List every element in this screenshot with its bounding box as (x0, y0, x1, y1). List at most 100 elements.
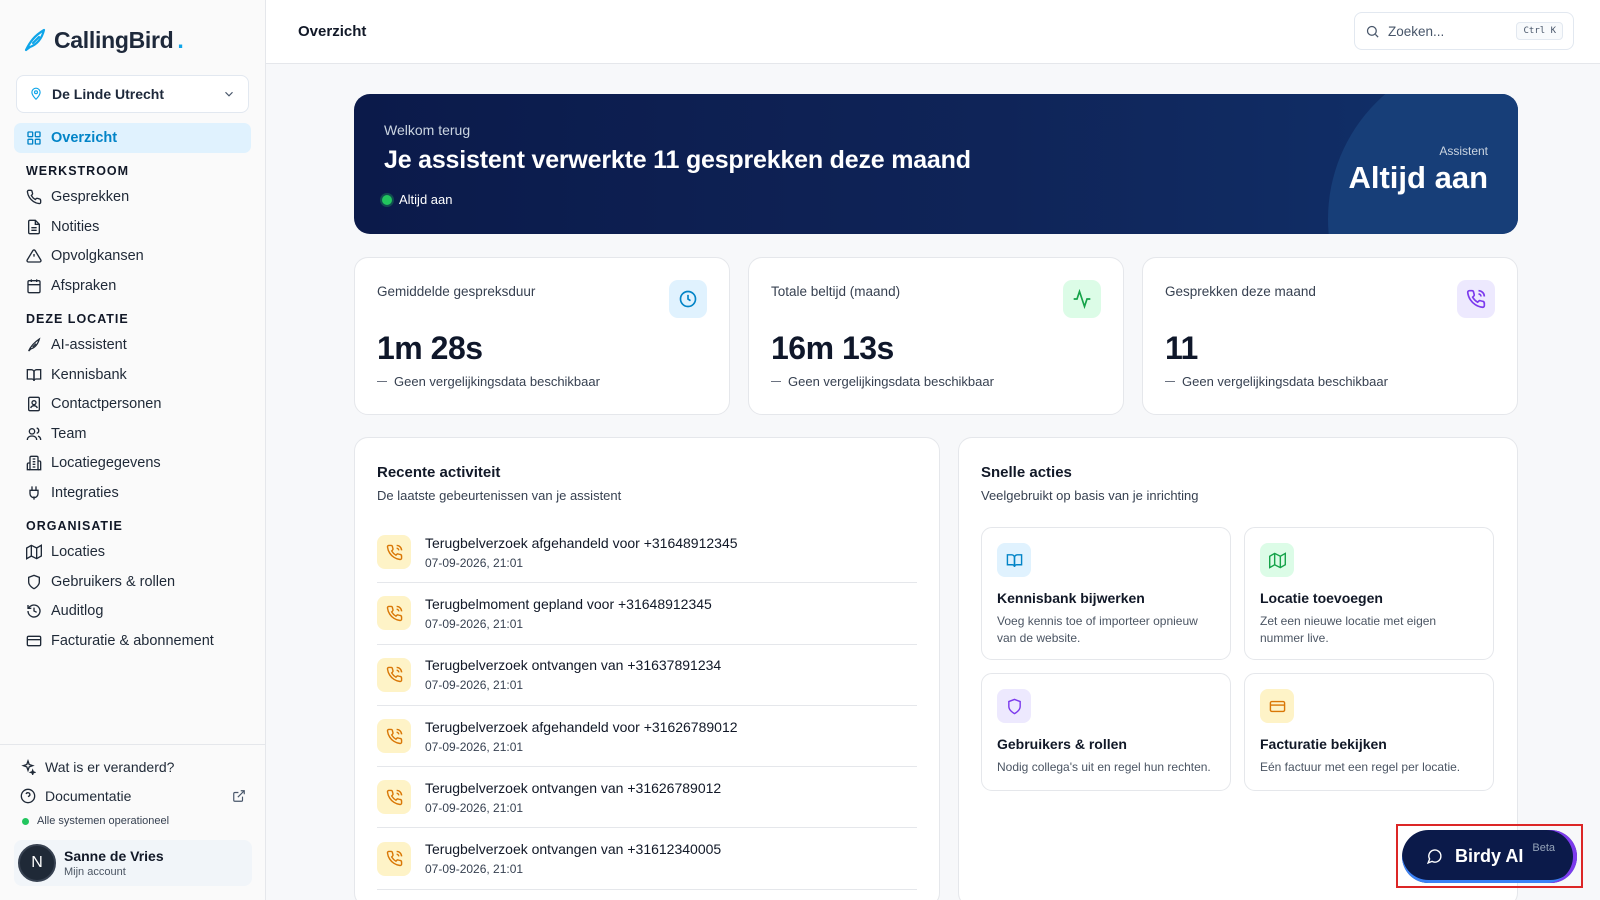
nav-item-label: Gebruikers & rollen (51, 573, 176, 590)
activity-time: 07-09-2026, 21:01 (425, 739, 524, 754)
qa-title: Gebruikers & rollen (997, 736, 1127, 752)
building-icon (26, 455, 42, 471)
quick-action-facturatie[interactable]: Facturatie bekijken Eén factuur met een … (1244, 673, 1494, 791)
plug-icon (29, 486, 39, 500)
page-title: Overzicht (298, 23, 367, 40)
list-item[interactable]: Terugbelmoment gepland voor +31648912345… (377, 583, 917, 645)
stat-note-text: Geen vergelijkingsdata beschikbaar (394, 374, 600, 389)
nav-item-facturatie[interactable]: Facturatie & abonnement (14, 626, 251, 656)
qa-icon-box (1260, 543, 1294, 577)
panel-title: Recente activiteit (377, 464, 501, 481)
nav-item-label: Integraties (51, 484, 119, 501)
nav-item-overzicht[interactable]: Overzicht (14, 123, 251, 153)
stat-note-text: Geen vergelijkingsdata beschikbaar (788, 374, 994, 389)
account-menu[interactable]: N Sanne de Vries Mijn account (14, 840, 252, 886)
nav-item-label: Contactpersonen (51, 396, 162, 413)
stat-value: 1m 28s (377, 330, 483, 366)
qa-desc: Nodig collega's uit en regel hun rechten… (997, 760, 1211, 774)
quick-action-gebruikers[interactable]: Gebruikers & rollen Nodig collega's uit … (981, 673, 1231, 791)
nav-item-label: Locatiegegevens (51, 455, 161, 472)
stat-note: Geen vergelijkingsdata beschikbaar (771, 374, 994, 389)
assistant-status: Assistent Altijd aan (1348, 144, 1488, 196)
search-input[interactable]: Zoeken... Ctrl K (1354, 12, 1574, 50)
list-item[interactable]: Terugbelverzoek ontvangen van +316378912… (377, 645, 917, 706)
qa-title: Kennisbank bijwerken (997, 590, 1145, 606)
qa-title: Facturatie bekijken (1260, 736, 1387, 752)
main-nav: Overzicht WERKSTROOM Gesprekken Notities… (14, 123, 251, 656)
stat-note-text: Geen vergelijkingsdata beschikbaar (1182, 374, 1388, 389)
activity-icon (1073, 289, 1091, 309)
banner-status-label: Altijd aan (399, 192, 453, 207)
list-item[interactable]: Terugbelverzoek ontvangen van +316267890… (377, 767, 917, 829)
nav-item-label: Notities (51, 218, 100, 235)
location-select[interactable]: De Linde Utrecht (16, 75, 249, 113)
quick-action-kennisbank[interactable]: Kennisbank bijwerken Voeg kennis toe of … (981, 527, 1231, 660)
nav-item-label: Facturatie & abonnement (51, 632, 214, 649)
assistant-status-label: Assistent (1439, 144, 1488, 158)
stat-card-total-time: Totale beltijd (maand) 16m 13s Geen verg… (748, 257, 1124, 415)
nav-item-gesprekken[interactable]: Gesprekken (14, 183, 251, 213)
list-item[interactable]: Terugbelverzoek ontvangen van +316123400… (377, 828, 917, 890)
activity-icon-box (377, 841, 411, 876)
credit-card-icon (26, 635, 42, 647)
stat-note: Geen vergelijkingsdata beschikbaar (1165, 374, 1388, 389)
activity-time: 07-09-2026, 21:01 (425, 616, 524, 631)
nav-item-opvolgkansen[interactable]: Opvolgkansen (14, 242, 251, 272)
docs-link[interactable]: Documentatie (14, 781, 252, 810)
phone-call-icon (386, 666, 402, 683)
nav-item-team[interactable]: Team (14, 419, 251, 449)
sparkles-icon (21, 758, 36, 775)
quick-action-locatie[interactable]: Locatie toevoegen Zet een nieuwe locatie… (1244, 527, 1494, 660)
nav-item-label: AI-assistent (51, 337, 127, 354)
recent-activity-panel: Recente activiteit De laatste gebeurteni… (354, 437, 940, 900)
nav-item-locatiegegevens[interactable]: Locatiegegevens (14, 449, 251, 479)
topbar: Overzicht Zoeken... Ctrl K (266, 0, 1600, 64)
stat-card-avg-duration: Gemiddelde gespreksduur 1m 28s Geen verg… (354, 257, 730, 415)
search-shortcut: Ctrl K (1516, 22, 1563, 40)
logo[interactable]: CallingBird. (22, 26, 184, 54)
activity-icon-box (377, 719, 411, 754)
layout-grid-icon (27, 131, 41, 145)
nav-item-contactpersonen[interactable]: Contactpersonen (14, 390, 251, 420)
alert-triangle-icon (26, 249, 42, 263)
clock-icon (679, 290, 697, 308)
nav-item-gebruikers-rollen[interactable]: Gebruikers & rollen (14, 567, 251, 597)
qa-desc: Zet een nieuwe locatie met eigen nummer … (1260, 614, 1437, 646)
nav-item-label: Overzicht (51, 129, 118, 146)
phone-call-icon (386, 850, 402, 867)
sidebar-footer: Wat is er veranderd? Documentatie Alle s… (0, 744, 266, 886)
nav-item-afspraken[interactable]: Afspraken (14, 271, 251, 301)
qa-desc: Voeg kennis toe of importeer opnieuw van… (997, 614, 1198, 646)
qa-icon-box (1260, 689, 1294, 723)
nav-item-locaties[interactable]: Locaties (14, 538, 251, 568)
nav-item-label: Kennisbank (51, 366, 127, 383)
assistant-status-value: Altijd aan (1348, 160, 1488, 195)
bird-icon (28, 337, 41, 352)
birdy-ai-button[interactable]: Birdy AI Beta (1402, 830, 1577, 883)
list-item[interactable]: Terugbelverzoek afgehandeld voor +316267… (377, 706, 917, 768)
list-item[interactable]: Terugbelverzoek afgehandeld voor +316489… (377, 522, 917, 584)
phone-call-icon (386, 789, 402, 806)
nav-item-ai-assistent[interactable]: AI-assistent (14, 331, 251, 361)
dash-icon (1165, 380, 1175, 383)
phone-call-icon (386, 728, 402, 744)
external-link-icon (233, 789, 245, 802)
nav-item-auditlog[interactable]: Auditlog (14, 597, 251, 627)
nav-item-label: Team (51, 425, 87, 442)
users-icon (26, 427, 42, 440)
nav-item-label: Locaties (51, 544, 106, 561)
stat-icon-box (669, 280, 707, 318)
stat-label: Gemiddelde gespreksduur (377, 284, 536, 299)
nav-item-integraties[interactable]: Integraties (14, 478, 251, 508)
logo-text: CallingBird (54, 26, 174, 53)
status-dot (382, 194, 392, 205)
sidebar: CallingBird. De Linde Utrecht Overzicht … (0, 0, 266, 900)
beta-badge: Beta (1532, 842, 1555, 854)
stat-card-calls-month: Gesprekken deze maand 11 Geen vergelijki… (1142, 257, 1518, 415)
nav-item-notities[interactable]: Notities (14, 212, 251, 242)
whats-new-label: Wat is er veranderd? (45, 758, 175, 775)
nav-item-label: Auditlog (51, 603, 104, 620)
nav-section-deze-locatie: DEZE LOCATIE (26, 311, 129, 326)
nav-item-kennisbank[interactable]: Kennisbank (14, 360, 251, 390)
whats-new-link[interactable]: Wat is er veranderd? (14, 752, 252, 781)
